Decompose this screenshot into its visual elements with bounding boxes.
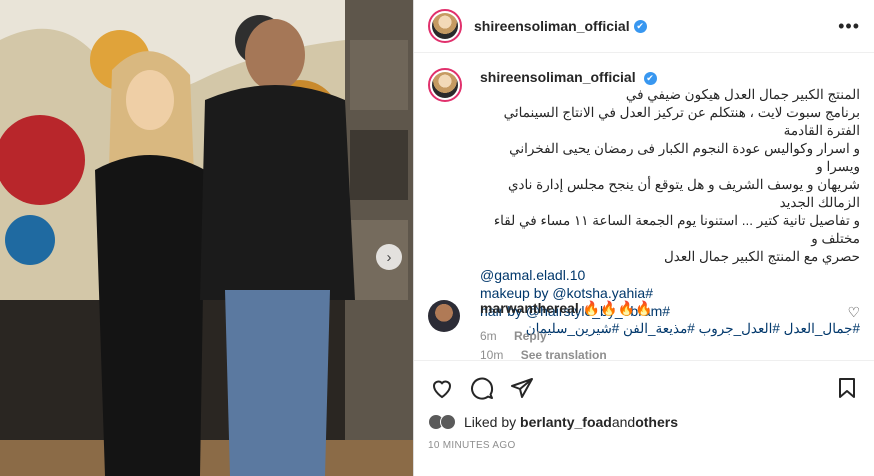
action-bar: [414, 360, 874, 414]
liked-by-label: Liked by: [464, 414, 517, 430]
caption-line: و تفاصيل تانية كتير ... استنونا يوم الجم…: [493, 213, 860, 246]
post-header: shireensoliman_official ✔ •••: [414, 0, 874, 53]
photo-illustration: [0, 0, 413, 476]
caption-line: حصري مع المنتج الكبير جمال العدل: [663, 249, 860, 264]
share-icon: [511, 377, 533, 398]
caption-line: برنامج سبوت لايت ، هنتكلم عن تركيز العدل…: [503, 105, 860, 138]
verified-badge-icon: ✔: [633, 19, 647, 33]
caption-line: و اسرار وكواليس عودة النجوم الكبار فى رم…: [509, 141, 860, 174]
caption-line: شريهان و يوسف الشريف و هل يتوقع أن ينجح …: [507, 177, 860, 210]
post-photo[interactable]: ›: [0, 0, 413, 476]
caption-avatar[interactable]: [428, 68, 462, 102]
mention-link[interactable]: @gamal.eladl.10: [480, 266, 860, 284]
commenter-avatar[interactable]: [428, 300, 460, 332]
share-button[interactable]: [510, 376, 534, 400]
comment: marwanthereal 🔥🔥🔥🔥 6m Reply ♡: [428, 298, 860, 346]
others-link[interactable]: others: [635, 414, 678, 430]
comment-button[interactable]: [470, 376, 494, 400]
likes-row: Liked by berlanty_foadandothers: [428, 414, 678, 430]
comment-text: 🔥🔥🔥🔥: [582, 300, 653, 316]
save-button[interactable]: [835, 376, 859, 400]
caption-username[interactable]: shireensoliman_official: [480, 69, 636, 85]
like-button[interactable]: [430, 376, 454, 400]
post-timestamp: 10 MINUTES AGO: [428, 440, 516, 451]
next-photo-button[interactable]: ›: [376, 244, 402, 270]
reply-button[interactable]: Reply: [514, 329, 547, 343]
post-panel: shireensoliman_official ✔ ••• shireensol…: [413, 0, 874, 476]
comment-like-heart-icon[interactable]: ♡: [847, 304, 860, 321]
more-options-icon[interactable]: •••: [838, 16, 860, 37]
liker-username[interactable]: berlanty_foad: [520, 414, 612, 430]
caption-line: المنتج الكبير جمال العدل هيكون ضيفي في: [625, 87, 860, 102]
heart-icon: [432, 380, 452, 398]
next-arrow-icon: ›: [386, 248, 392, 266]
bookmark-icon: [839, 377, 855, 398]
commenter-username[interactable]: marwanthereal: [480, 300, 579, 316]
comment-icon: [471, 377, 494, 400]
verified-badge-icon: ✔: [643, 72, 657, 85]
author-avatar[interactable]: [428, 9, 462, 43]
author-username[interactable]: shireensoliman_official: [474, 18, 630, 34]
likes-and: and: [611, 414, 636, 430]
comment-time: 6m: [480, 329, 497, 343]
liker-avatar: [440, 414, 456, 430]
